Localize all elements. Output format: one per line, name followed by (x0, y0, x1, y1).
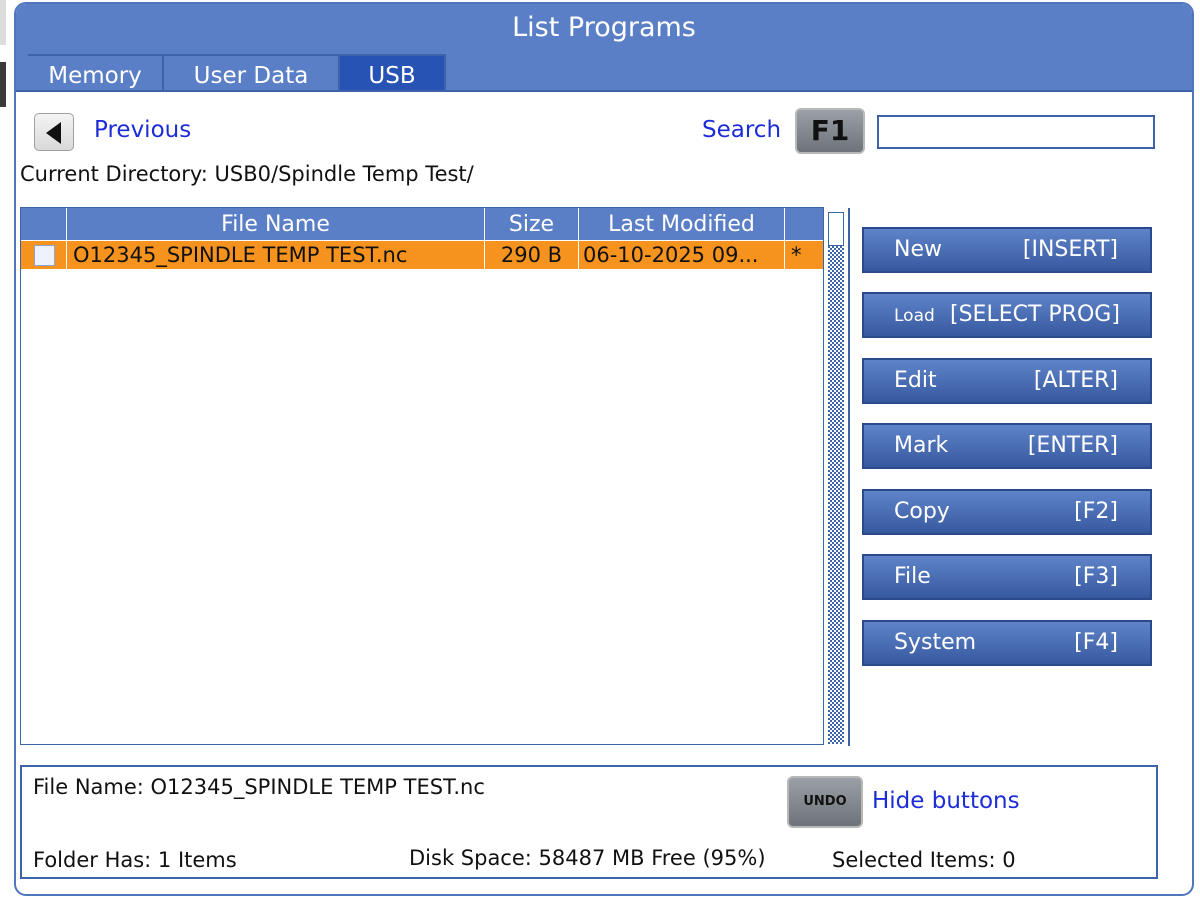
system-button-key: [F4] (1074, 630, 1118, 655)
f1-key-button[interactable]: F1 (795, 108, 865, 154)
load-button[interactable]: Load [SELECT PROG] (862, 292, 1152, 338)
search-label: Search (702, 117, 782, 143)
cell-size: 290 B (485, 241, 579, 269)
tab-bar: Memory User Data USB (16, 54, 1192, 92)
mark-button-key: [ENTER] (1027, 433, 1118, 458)
mark-button-label: Mark (894, 433, 949, 458)
copy-button-label: Copy (894, 499, 950, 524)
current-directory: Current Directory: USB0/Spindle Temp Tes… (20, 162, 474, 186)
back-arrow-button[interactable] (34, 113, 74, 151)
background-window-edge-dark (0, 62, 6, 107)
table-row[interactable]: O12345_SPINDLE TEMP TEST.nc 290 B 06-10-… (21, 240, 823, 270)
undo-key-button[interactable]: UNDO (787, 776, 863, 828)
tab-user-data[interactable]: User Data (164, 54, 340, 90)
edit-button-key: [ALTER] (1033, 368, 1118, 393)
mark-button[interactable]: Mark [ENTER] (862, 423, 1152, 469)
new-button-label: New (894, 237, 942, 262)
file-button-label: File (894, 564, 931, 589)
load-button-label: Load (894, 306, 935, 326)
edit-button-label: Edit (894, 368, 937, 393)
disk-space: Disk Space: 58487 MB Free (95%) (409, 846, 766, 870)
column-header-last-modified[interactable]: Last Modified (579, 208, 785, 240)
file-table: File Name Size Last Modified O12345_SPIN… (20, 207, 824, 745)
cell-file-name: O12345_SPINDLE TEMP TEST.nc (67, 241, 485, 269)
hide-buttons-link[interactable]: Hide buttons (872, 788, 1020, 814)
previous-link[interactable]: Previous (94, 117, 191, 143)
column-header-marker (785, 208, 823, 240)
row-checkbox-cell[interactable] (21, 241, 67, 269)
cell-marker: * (791, 243, 802, 267)
vertical-scrollbar[interactable] (828, 212, 844, 744)
column-header-file-name[interactable]: File Name (67, 208, 485, 240)
scroll-divider (848, 208, 850, 746)
tab-usb[interactable]: USB (340, 54, 446, 90)
selected-items-count: Selected Items: 0 (832, 848, 1016, 872)
column-header-size[interactable]: Size (485, 208, 579, 240)
file-button[interactable]: File [F3] (862, 554, 1152, 600)
edit-button[interactable]: Edit [ALTER] (862, 358, 1152, 404)
system-button[interactable]: System [F4] (862, 620, 1152, 666)
row-checkbox[interactable] (34, 245, 55, 266)
column-header-checkbox (21, 208, 67, 240)
copy-button-key: [F2] (1074, 499, 1118, 524)
left-arrow-icon (46, 122, 61, 144)
new-button[interactable]: New [INSERT] (862, 227, 1152, 273)
cell-last-modified: 06-10-2025 09... (579, 241, 785, 269)
system-button-label: System (894, 630, 977, 655)
copy-button[interactable]: Copy [F2] (862, 489, 1152, 535)
new-button-key: [INSERT] (1022, 237, 1118, 262)
window-title: List Programs (16, 4, 1192, 54)
search-input[interactable] (877, 115, 1155, 149)
status-file-name: File Name: O12345_SPINDLE TEMP TEST.nc (33, 775, 485, 799)
scroll-thumb[interactable] (828, 212, 844, 246)
tab-memory[interactable]: Memory (28, 54, 164, 90)
table-header: File Name Size Last Modified (21, 208, 823, 240)
load-button-key: [SELECT PROG] (950, 302, 1120, 327)
background-window-edge (0, 0, 6, 45)
folder-item-count: Folder Has: 1 Items (33, 848, 237, 872)
file-button-key: [F3] (1074, 564, 1118, 589)
